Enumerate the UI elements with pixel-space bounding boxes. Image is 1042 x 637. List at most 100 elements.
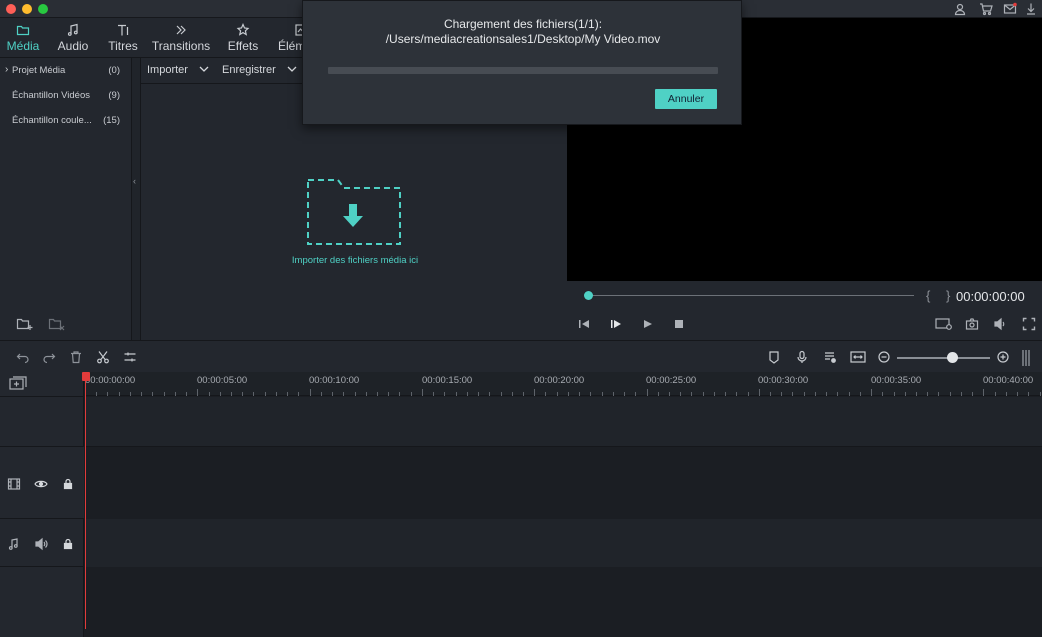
- lock-icon[interactable]: [61, 537, 75, 551]
- film-icon: [7, 477, 21, 491]
- download-arrow-icon: [343, 204, 363, 227]
- music-note-icon: [7, 537, 21, 551]
- tab-label: Élém: [278, 39, 304, 53]
- tab-effects[interactable]: Effets: [222, 18, 264, 58]
- marker-icon[interactable]: [767, 350, 781, 364]
- transition-icon: [174, 23, 188, 37]
- track-empty[interactable]: [85, 397, 1042, 447]
- previous-frame-icon[interactable]: [577, 317, 591, 331]
- record-dropdown[interactable]: Enregistrer: [222, 64, 297, 76]
- lock-icon[interactable]: [61, 477, 75, 491]
- user-icon[interactable]: [953, 2, 967, 16]
- loading-dialog: Chargement des fichiers(1/1): /Users/med…: [302, 0, 742, 125]
- tab-label: Transitions: [151, 39, 211, 53]
- zoom-out-icon[interactable]: [877, 350, 891, 364]
- media-sidebar: › Projet Média (0) Échantillon Vidéos (9…: [0, 58, 132, 340]
- zoom-slider-track[interactable]: [897, 357, 990, 359]
- ruler-label: 00:00:00:00: [85, 375, 136, 386]
- chevron-down-icon: [199, 66, 209, 72]
- snapshot-icon[interactable]: [965, 317, 979, 331]
- ruler-ticks: [85, 389, 1041, 396]
- microphone-icon[interactable]: [795, 350, 809, 364]
- tab-titles[interactable]: Titres: [102, 18, 144, 58]
- import-dropdown[interactable]: Importer: [147, 64, 209, 76]
- sidebar-item-label: Échantillon Vidéos: [12, 90, 90, 101]
- display-settings-icon[interactable]: [935, 317, 953, 331]
- speaker-icon[interactable]: [34, 537, 48, 551]
- adjust-icon[interactable]: [123, 350, 137, 364]
- tab-label: Média: [6, 39, 40, 53]
- trash-icon[interactable]: [69, 350, 83, 364]
- loading-progress-bar: [328, 67, 718, 74]
- cancel-button[interactable]: Annuler: [655, 89, 717, 109]
- sidebar-collapse-handle[interactable]: ‹: [132, 58, 141, 340]
- dialog-title: Chargement des fichiers(1/1): /Users/med…: [303, 17, 743, 47]
- add-folder-icon[interactable]: [16, 316, 34, 332]
- play-pause-icon[interactable]: [609, 317, 623, 331]
- dialog-file-path: /Users/mediacreationsales1/Desktop/My Vi…: [385, 32, 661, 46]
- audio-mixer-icon[interactable]: [823, 350, 837, 364]
- chevron-right-icon: ›: [5, 64, 9, 75]
- volume-icon[interactable]: [993, 317, 1007, 331]
- sidebar-item-sample-videos[interactable]: Échantillon Vidéos (9): [0, 85, 132, 107]
- download-icon[interactable]: [1024, 2, 1038, 16]
- undo-icon[interactable]: [16, 350, 30, 364]
- close-window-button[interactable]: [6, 4, 16, 14]
- stop-icon[interactable]: [672, 317, 686, 331]
- redo-icon[interactable]: [42, 350, 56, 364]
- minimize-window-button[interactable]: [22, 4, 32, 14]
- dialog-title-line1: Chargement des fichiers(1/1):: [443, 17, 603, 31]
- chevron-down-icon: [287, 66, 297, 72]
- zoom-window-button[interactable]: [38, 4, 48, 14]
- cart-icon[interactable]: [979, 2, 993, 16]
- text-icon: [116, 23, 130, 37]
- tab-media[interactable]: Média: [2, 18, 44, 58]
- playhead-line[interactable]: [85, 379, 86, 629]
- tab-label: Audio: [57, 39, 89, 53]
- sidebar-item-count: (15): [103, 115, 120, 126]
- preview-scrubber-track[interactable]: [588, 295, 914, 296]
- preview-scrubber-knob[interactable]: [584, 291, 593, 300]
- chevron-left-icon: ‹: [133, 176, 136, 186]
- ruler-label: 00:00:10:00: [309, 375, 360, 386]
- fullscreen-icon[interactable]: [1022, 317, 1036, 331]
- import-drop-zone[interactable]: [306, 178, 402, 248]
- playhead-handle[interactable]: [82, 372, 90, 381]
- ruler-label: 00:00:25:00: [646, 375, 697, 386]
- tab-label: Effets: [227, 39, 259, 53]
- zoom-slider-knob[interactable]: [947, 352, 958, 363]
- eye-icon[interactable]: [34, 477, 48, 491]
- tab-elements[interactable]: Élém: [274, 18, 304, 58]
- ruler-label: 00:00:20:00: [534, 375, 585, 386]
- track-header-empty: [0, 396, 84, 447]
- sidebar-item-label: Projet Média: [12, 65, 66, 76]
- ruler-label: 00:00:40:00: [983, 375, 1034, 386]
- sidebar-item-sample-colors[interactable]: Échantillon coule... (15): [0, 110, 132, 132]
- track-audio[interactable]: [85, 519, 1042, 567]
- tab-audio[interactable]: Audio: [52, 18, 94, 58]
- panel-grip-icon[interactable]: [1021, 350, 1031, 366]
- track-video[interactable]: [85, 448, 1042, 519]
- track-header-audio[interactable]: [0, 519, 84, 567]
- record-label: Enregistrer: [222, 64, 276, 76]
- track-headers: [0, 372, 84, 637]
- drop-zone-label[interactable]: Importer des fichiers média ici: [270, 255, 440, 266]
- ruler-label: 00:00:05:00: [197, 375, 248, 386]
- delete-folder-icon[interactable]: [48, 316, 66, 332]
- add-track-icon[interactable]: [9, 376, 27, 392]
- mail-icon[interactable]: [1003, 2, 1017, 16]
- in-out-markers[interactable]: { }: [926, 288, 956, 303]
- ruler-label: 00:00:35:00: [871, 375, 922, 386]
- tab-transitions[interactable]: Transitions: [150, 18, 212, 58]
- tab-label: Titres: [108, 39, 138, 53]
- ruler-label: 00:00:15:00: [422, 375, 473, 386]
- track-header-video[interactable]: [0, 447, 84, 519]
- zoom-in-icon[interactable]: [996, 350, 1010, 364]
- sidebar-item-count: (0): [108, 65, 120, 76]
- fit-timeline-icon[interactable]: [850, 350, 866, 364]
- play-icon[interactable]: [641, 317, 655, 331]
- track-space: [85, 567, 1042, 637]
- scissors-icon[interactable]: [96, 350, 110, 364]
- sidebar-item-count: (9): [108, 90, 120, 101]
- sidebar-item-project-media[interactable]: › Projet Média (0): [0, 60, 132, 82]
